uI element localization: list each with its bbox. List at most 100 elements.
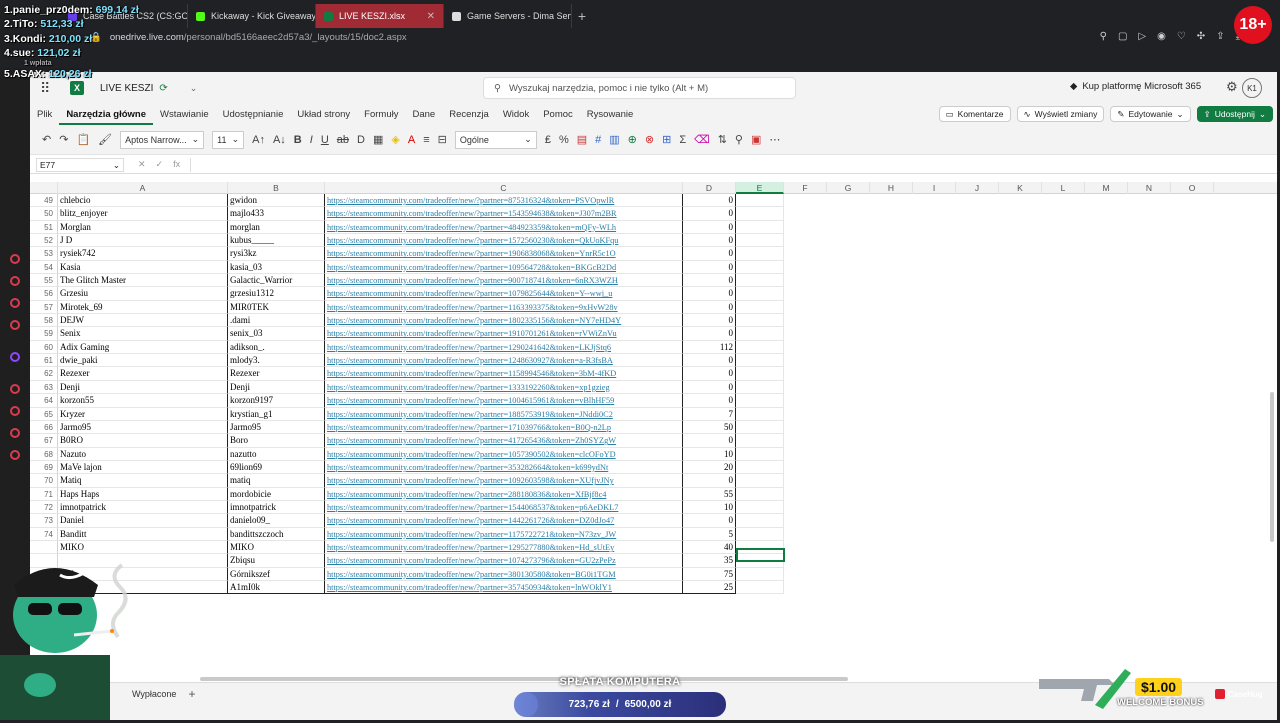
cell-trade-link[interactable]: https://steamcommunity.com/tradeoffer/ne… bbox=[325, 287, 683, 301]
cell-empty[interactable] bbox=[736, 500, 784, 515]
cell-display-name[interactable]: rysiek742 bbox=[58, 247, 228, 261]
cell-empty[interactable] bbox=[736, 447, 784, 461]
column-header[interactable]: K bbox=[999, 182, 1042, 194]
cell-trade-link[interactable]: https://steamcommunity.com/tradeoffer/ne… bbox=[325, 394, 683, 408]
borders-icon[interactable]: ▦ bbox=[373, 133, 383, 146]
cell-styles-icon[interactable]: ▥ bbox=[609, 133, 619, 146]
sidebar-icon[interactable] bbox=[10, 298, 20, 308]
cell-username[interactable]: Zbiqsu bbox=[228, 554, 325, 568]
row-number[interactable]: 59 bbox=[30, 327, 58, 341]
cell-empty[interactable] bbox=[736, 247, 784, 261]
sidebar-icon[interactable] bbox=[10, 320, 20, 330]
cell-amount[interactable]: 75 bbox=[683, 567, 736, 581]
cell-trade-link[interactable]: https://steamcommunity.com/tradeoffer/ne… bbox=[325, 194, 683, 208]
cell-empty[interactable] bbox=[736, 407, 784, 421]
cell-username[interactable]: MIR0TEK bbox=[228, 300, 325, 315]
address-bar[interactable]: 🔒 onedrive.live.com/personal/bd5166aeec2… bbox=[90, 29, 850, 45]
wrap-text-icon[interactable]: ⊟ bbox=[438, 133, 447, 146]
menu-tab[interactable]: Pomoc bbox=[536, 104, 580, 125]
column-header[interactable]: F bbox=[784, 182, 827, 194]
cell-username[interactable]: mordobicie bbox=[228, 487, 325, 501]
cell-amount[interactable]: 0 bbox=[683, 434, 736, 448]
cell-trade-link[interactable]: https://steamcommunity.com/tradeoffer/ne… bbox=[325, 447, 683, 461]
cell-username[interactable]: mlody3. bbox=[228, 354, 325, 368]
cell-trade-link[interactable]: https://steamcommunity.com/tradeoffer/ne… bbox=[325, 527, 683, 541]
editing-mode-button[interactable]: ✎ Edytowanie ⌄ bbox=[1110, 106, 1191, 122]
sidebar-icon[interactable] bbox=[10, 384, 20, 394]
cell-username[interactable]: Galactic_Warrior bbox=[228, 274, 325, 288]
cell-display-name[interactable]: MaVe lajon bbox=[58, 460, 228, 475]
cell-trade-link[interactable]: https://steamcommunity.com/tradeoffer/ne… bbox=[325, 540, 683, 555]
browser-tab[interactable]: LIVE KESZI.xlsx ✕ bbox=[316, 4, 444, 28]
cell-amount[interactable]: 0 bbox=[683, 194, 736, 208]
cell-username[interactable]: matiq bbox=[228, 474, 325, 488]
cell-empty[interactable] bbox=[736, 287, 784, 301]
cell-amount[interactable]: 35 bbox=[683, 554, 736, 568]
cell-username[interactable]: kubus_____ bbox=[228, 234, 325, 248]
cell-empty[interactable] bbox=[736, 474, 784, 488]
row-number[interactable]: 68 bbox=[30, 447, 58, 461]
cell-username[interactable]: imnotpatrick bbox=[228, 500, 325, 515]
cell-trade-link[interactable]: https://steamcommunity.com/tradeoffer/ne… bbox=[325, 420, 683, 435]
app-launcher-icon[interactable]: ⠿ bbox=[40, 80, 54, 97]
row-number[interactable]: 54 bbox=[30, 260, 58, 275]
cell-amount[interactable]: 0 bbox=[683, 514, 736, 528]
cell-empty[interactable] bbox=[736, 194, 784, 208]
fill-color-icon[interactable]: ◈ bbox=[391, 133, 399, 146]
cell-empty[interactable] bbox=[736, 434, 784, 448]
row-number[interactable]: 66 bbox=[30, 420, 58, 435]
font-color-icon[interactable]: A bbox=[408, 134, 415, 146]
column-header[interactable]: C bbox=[325, 182, 683, 194]
cell-username[interactable]: .dami bbox=[228, 314, 325, 328]
cell-empty[interactable] bbox=[736, 207, 784, 221]
row-number[interactable]: 61 bbox=[30, 354, 58, 368]
conditional-format-icon[interactable]: ▤ bbox=[577, 133, 587, 146]
cell-username[interactable]: Górnikszef bbox=[228, 567, 325, 581]
buy-m365-link[interactable]: ◆ Kup platformę Microsoft 365 bbox=[1070, 81, 1201, 92]
cell-amount[interactable]: 40 bbox=[683, 540, 736, 555]
sidebar-icon[interactable] bbox=[10, 428, 20, 438]
cell-trade-link[interactable]: https://steamcommunity.com/tradeoffer/ne… bbox=[325, 554, 683, 568]
cell-display-name[interactable]: Kryzer bbox=[58, 407, 228, 421]
row-number[interactable]: 73 bbox=[30, 514, 58, 528]
row-number[interactable]: 50 bbox=[30, 207, 58, 221]
cell-trade-link[interactable]: https://steamcommunity.com/tradeoffer/ne… bbox=[325, 300, 683, 315]
cell-username[interactable]: krystian_g1 bbox=[228, 407, 325, 421]
cell-username[interactable]: adikson_. bbox=[228, 340, 325, 355]
close-icon[interactable]: ✕ bbox=[427, 11, 435, 22]
cell-display-name[interactable]: Denji bbox=[58, 380, 228, 395]
row-number[interactable]: 72 bbox=[30, 500, 58, 515]
cell-display-name[interactable]: Rezexer bbox=[58, 367, 228, 381]
row-number[interactable]: 57 bbox=[30, 300, 58, 315]
cell-amount[interactable]: 0 bbox=[683, 220, 736, 235]
column-header[interactable]: M bbox=[1085, 182, 1128, 194]
cell-trade-link[interactable]: https://steamcommunity.com/tradeoffer/ne… bbox=[325, 340, 683, 355]
row-number[interactable]: 53 bbox=[30, 247, 58, 261]
row-number[interactable]: 63 bbox=[30, 380, 58, 395]
cell-amount[interactable]: 0 bbox=[683, 300, 736, 315]
play-icon[interactable]: ▷ bbox=[1138, 31, 1146, 42]
menu-tab[interactable]: Udostępnianie bbox=[216, 104, 291, 125]
column-header[interactable]: D bbox=[683, 182, 736, 194]
percent-icon[interactable]: % bbox=[559, 134, 569, 146]
cell-username[interactable]: Boro bbox=[228, 434, 325, 448]
cell-username[interactable]: bandittszczoch bbox=[228, 527, 325, 541]
row-number[interactable]: 58 bbox=[30, 314, 58, 328]
cell-trade-link[interactable]: https://steamcommunity.com/tradeoffer/ne… bbox=[325, 314, 683, 328]
cell-amount[interactable]: 55 bbox=[683, 487, 736, 501]
find-icon[interactable]: ⚲ bbox=[735, 133, 743, 146]
strikethrough-icon[interactable]: ab bbox=[337, 134, 349, 146]
cell-amount[interactable]: 0 bbox=[683, 260, 736, 275]
heart-icon[interactable]: ♡ bbox=[1177, 31, 1186, 42]
cell-empty[interactable] bbox=[736, 580, 784, 595]
cell-display-name[interactable]: blitz_enjoyer bbox=[58, 207, 228, 221]
cell-empty[interactable] bbox=[736, 300, 784, 315]
screenshot-icon[interactable]: ▢ bbox=[1118, 31, 1127, 42]
cell-trade-link[interactable]: https://steamcommunity.com/tradeoffer/ne… bbox=[325, 580, 683, 595]
clear-icon[interactable]: ⌫ bbox=[694, 133, 710, 146]
cell-username[interactable]: danielo09_ bbox=[228, 514, 325, 528]
cell-amount[interactable]: 0 bbox=[683, 354, 736, 368]
browser-tab[interactable]: Game Servers - Dima Serv✕ bbox=[444, 4, 572, 28]
cell-empty[interactable] bbox=[736, 354, 784, 368]
sidebar-icon[interactable] bbox=[10, 406, 20, 416]
